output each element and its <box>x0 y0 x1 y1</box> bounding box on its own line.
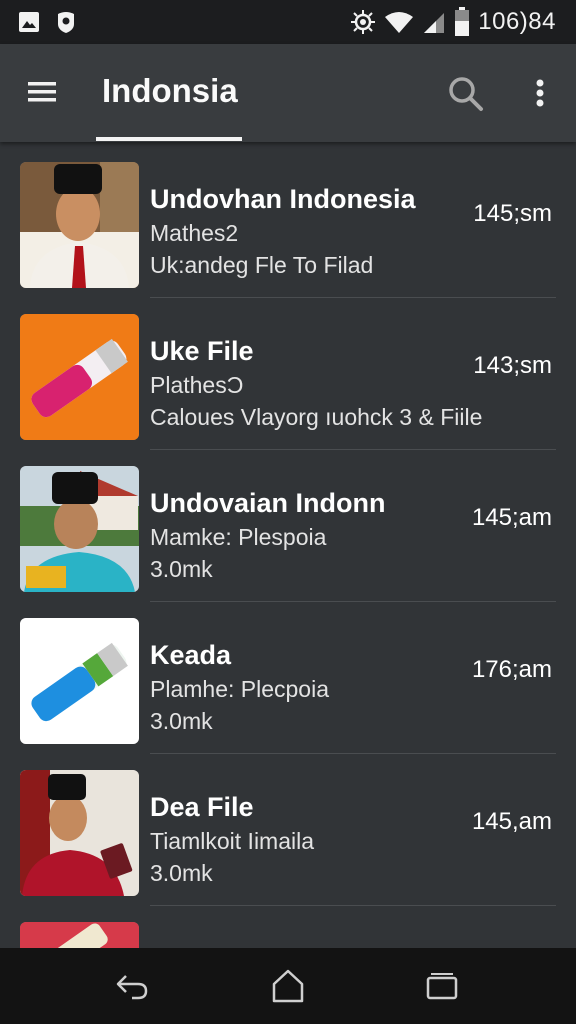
wifi-icon <box>384 10 414 34</box>
item-title: Undovaian Indonn <box>150 488 386 518</box>
item-subtitle: Mamke: Plespoia <box>150 524 327 550</box>
item-title: Keada <box>150 640 232 670</box>
back-icon[interactable] <box>112 968 152 1004</box>
item-time: 145;am <box>471 504 552 531</box>
item-time: 143;sm <box>473 352 552 379</box>
thumbnail-man-outdoor <box>20 466 139 592</box>
thumbnail-man-red-shirt <box>20 770 139 896</box>
battery-icon <box>454 7 470 37</box>
item-subtitle: Tiamlkoit Iimaila <box>150 828 315 854</box>
list-item[interactable] <box>0 906 576 948</box>
item-meta: Uk:andeg Fle To Filad <box>150 252 374 278</box>
menu-icon[interactable] <box>22 74 62 110</box>
list-item[interactable]: Undovhan Indonesia Mathes2 Uk:andeg Fle … <box>0 146 576 298</box>
item-title: Uke File <box>150 336 254 366</box>
thumbnail-blue-tube <box>20 618 139 744</box>
search-icon[interactable] <box>444 72 486 114</box>
item-meta: 3.0mk <box>150 708 213 734</box>
bug-icon <box>350 9 376 35</box>
shield-icon <box>56 10 76 34</box>
signal-icon <box>422 10 446 34</box>
image-icon <box>18 11 40 33</box>
item-title: Undovhan Indonesia <box>150 184 416 214</box>
file-list: Undovhan Indonesia Mathes2 Uk:andeg Fle … <box>0 146 576 948</box>
tab-indicator <box>96 137 242 141</box>
thumbnail-man-portrait <box>20 162 139 288</box>
recents-icon[interactable] <box>424 968 460 1004</box>
item-time: 145,am <box>471 808 552 835</box>
nav-bar <box>0 948 576 1024</box>
item-subtitle: PlathesƆ <box>150 372 244 398</box>
item-meta: Caloues Vlayorg ıuohck 3 & Fiile <box>150 404 483 430</box>
item-title: Dea File <box>150 792 254 822</box>
item-subtitle: Plamhe: Plecpoia <box>150 676 329 702</box>
list-item[interactable]: Keada Plamhe: Plecpoia 3.0mk 176;am <box>0 602 576 754</box>
item-meta: 3.0mk <box>150 556 213 582</box>
thumbnail-red-partial <box>20 922 139 948</box>
item-subtitle: Mathes2 <box>150 220 239 246</box>
item-meta: 3.0mk <box>150 860 213 886</box>
list-item[interactable]: Undovaian Indonn Mamke: Plespoia 3.0mk 1… <box>0 450 576 602</box>
app-bar: Indonsia <box>0 44 576 142</box>
item-time: 176;am <box>471 656 552 683</box>
status-time: 106)84 <box>478 8 556 35</box>
more-vert-icon[interactable] <box>524 72 556 114</box>
home-icon[interactable] <box>268 966 308 1006</box>
list-item[interactable]: Dea File Tiamlkoit Iimaila 3.0mk 145,am <box>0 754 576 906</box>
item-time: 145;sm <box>473 200 552 227</box>
status-bar: 106)84 <box>0 0 576 44</box>
thumbnail-pink-tube <box>20 314 139 440</box>
page-title[interactable]: Indonsia <box>102 72 238 110</box>
list-item[interactable]: Uke File PlathesƆ Caloues Vlayorg ıuohck… <box>0 298 576 450</box>
